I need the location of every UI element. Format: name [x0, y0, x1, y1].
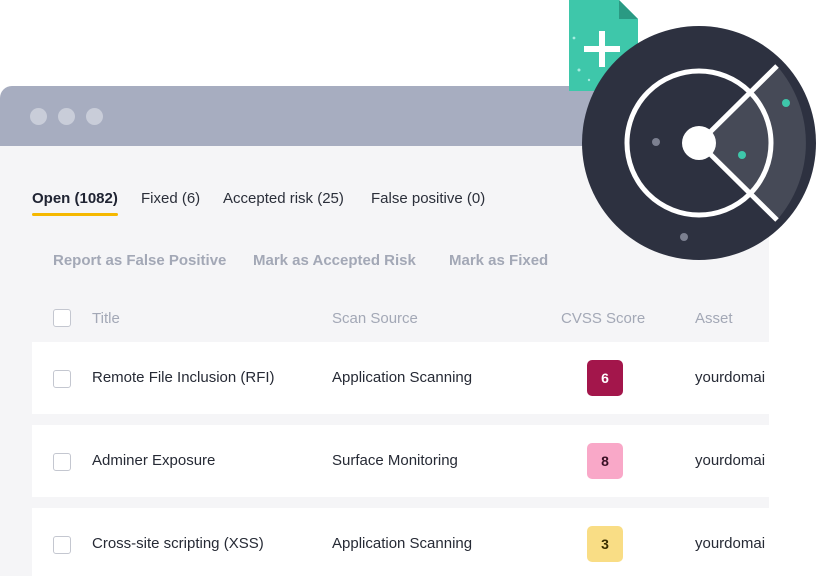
- table-header: Title Scan Source CVSS Score Asset: [32, 304, 769, 334]
- column-header-scan-source[interactable]: Scan Source: [332, 310, 418, 327]
- tab-false-positive[interactable]: False positive (0): [371, 190, 485, 207]
- tab-open[interactable]: Open (1082): [32, 190, 118, 216]
- column-header-asset[interactable]: Asset: [695, 310, 733, 327]
- row-asset: yourdomai: [695, 369, 766, 386]
- tab-accepted-risk[interactable]: Accepted risk (25): [223, 190, 344, 207]
- column-header-cvss-score[interactable]: CVSS Score: [561, 310, 645, 327]
- cvss-score-badge: 8: [587, 443, 623, 479]
- row-checkbox[interactable]: [53, 453, 71, 471]
- table-row[interactable]: Remote File Inclusion (RFI) Application …: [32, 342, 769, 414]
- row-checkbox[interactable]: [53, 536, 71, 554]
- row-scan-source: Application Scanning: [332, 535, 473, 552]
- row-scan-source: Application Scanning: [332, 369, 473, 386]
- cvss-score-badge: 6: [587, 360, 623, 396]
- window-minimize-dot[interactable]: [58, 108, 75, 125]
- row-title: Adminer Exposure: [92, 452, 216, 469]
- mark-fixed-button[interactable]: Mark as Fixed: [449, 252, 548, 269]
- row-checkbox[interactable]: [53, 370, 71, 388]
- row-title: Remote File Inclusion (RFI): [92, 369, 275, 386]
- window-maximize-dot[interactable]: [86, 108, 103, 125]
- row-asset: yourdomai: [695, 452, 766, 469]
- row-asset: yourdomai: [695, 535, 766, 552]
- row-scan-source: Surface Monitoring: [332, 452, 458, 469]
- cvss-score-badge: 3: [587, 526, 623, 562]
- report-false-positive-button[interactable]: Report as False Positive: [53, 252, 226, 269]
- mark-accepted-risk-button[interactable]: Mark as Accepted Risk: [253, 252, 416, 269]
- row-title: Cross-site scripting (XSS): [92, 535, 264, 552]
- radar-scanner-icon: [582, 26, 816, 260]
- tab-fixed[interactable]: Fixed (6): [141, 190, 200, 207]
- select-all-checkbox[interactable]: [53, 309, 71, 327]
- column-header-title[interactable]: Title: [92, 310, 120, 327]
- window-close-dot[interactable]: [30, 108, 47, 125]
- table-row[interactable]: Adminer Exposure Surface Monitoring 8 yo…: [32, 425, 769, 497]
